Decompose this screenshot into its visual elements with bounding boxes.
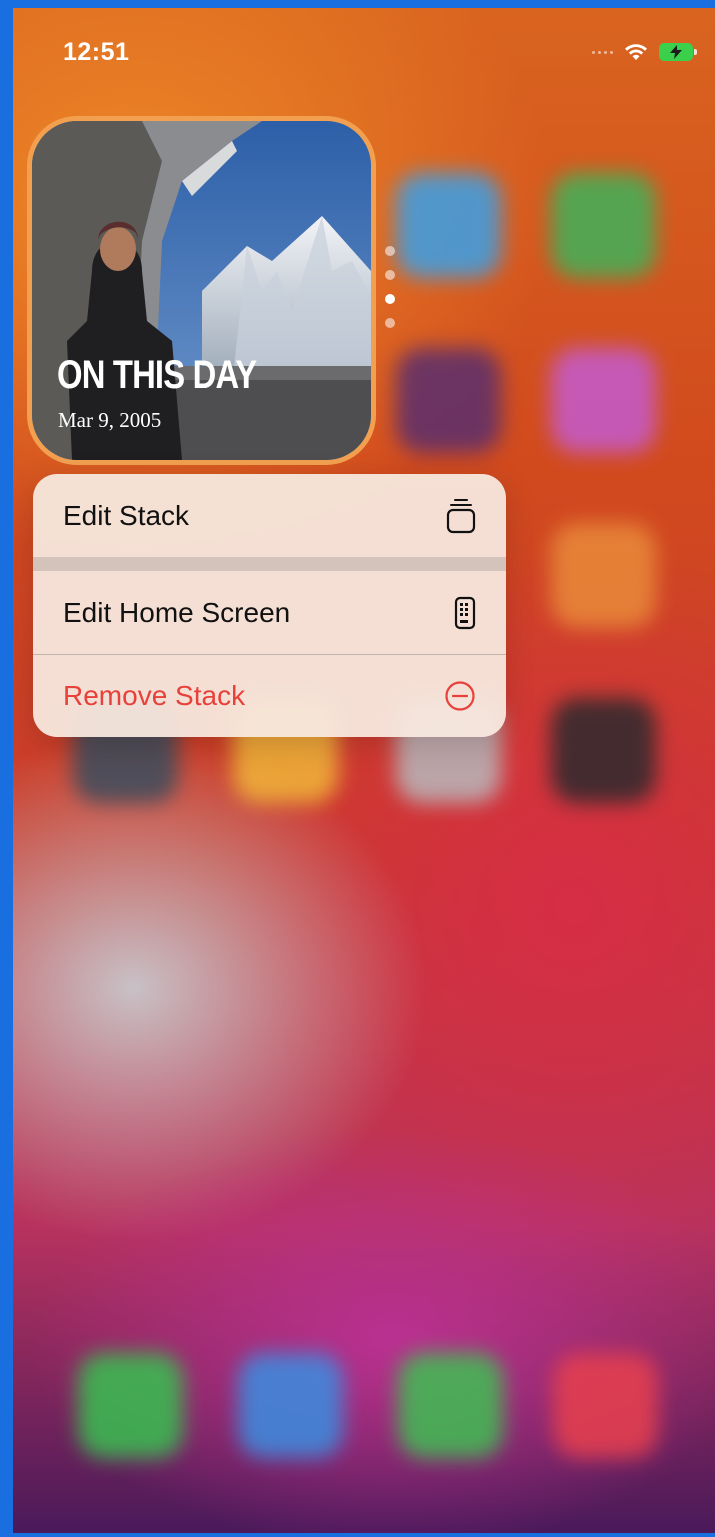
page-dot	[385, 318, 395, 328]
menu-item-label: Edit Stack	[63, 499, 190, 531]
menu-item-label: Remove Stack	[63, 680, 246, 711]
page-dot	[385, 246, 395, 256]
blurred-dock-safari-icon	[238, 1353, 343, 1458]
remove-stack-menu-item[interactable]: Remove Stack	[33, 655, 506, 737]
blurred-app-icon	[551, 173, 656, 278]
status-time: 12:51	[63, 38, 130, 66]
wifi-icon	[625, 44, 647, 60]
widget-photo: ON THIS DAY Mar 9, 2005	[32, 121, 371, 460]
page-dot	[385, 270, 395, 280]
widget-title: ON THIS DAY	[57, 353, 257, 397]
blurred-dock-messages-icon	[398, 1353, 503, 1458]
stack-icon	[446, 498, 476, 533]
phone-grid-icon	[454, 596, 476, 629]
blurred-app-icon	[396, 173, 501, 278]
minus-circle-icon	[445, 681, 475, 711]
status-icons	[592, 42, 697, 62]
menu-section-divider	[33, 557, 506, 571]
blurred-app-icon	[551, 523, 656, 628]
menu-item-label: Edit Home Screen	[63, 596, 291, 628]
widget-context-menu: Edit Stack Edit Home Screen Remove Stack	[33, 474, 506, 737]
blurred-app-icon	[551, 348, 656, 453]
blurred-app-icon	[396, 348, 501, 453]
blurred-app-icon	[551, 698, 656, 803]
blurred-dock-phone-icon	[78, 1353, 183, 1458]
battery-charging-icon	[659, 43, 697, 61]
blurred-dock-music-icon	[553, 1353, 658, 1458]
widget-date: Mar 9, 2005	[58, 408, 162, 432]
home-screen: 12:51 ON THIS DAY Mar 9, 2005 Edit Stack…	[13, 8, 715, 1533]
on-this-day-photo-widget[interactable]: ON THIS DAY Mar 9, 2005	[27, 116, 376, 465]
stack-page-indicator	[385, 246, 395, 328]
cellular-signal-icon	[592, 50, 613, 54]
edit-stack-menu-item[interactable]: Edit Stack	[33, 474, 506, 557]
edit-home-screen-menu-item[interactable]: Edit Home Screen	[33, 571, 506, 654]
page-dot-active	[385, 294, 395, 304]
